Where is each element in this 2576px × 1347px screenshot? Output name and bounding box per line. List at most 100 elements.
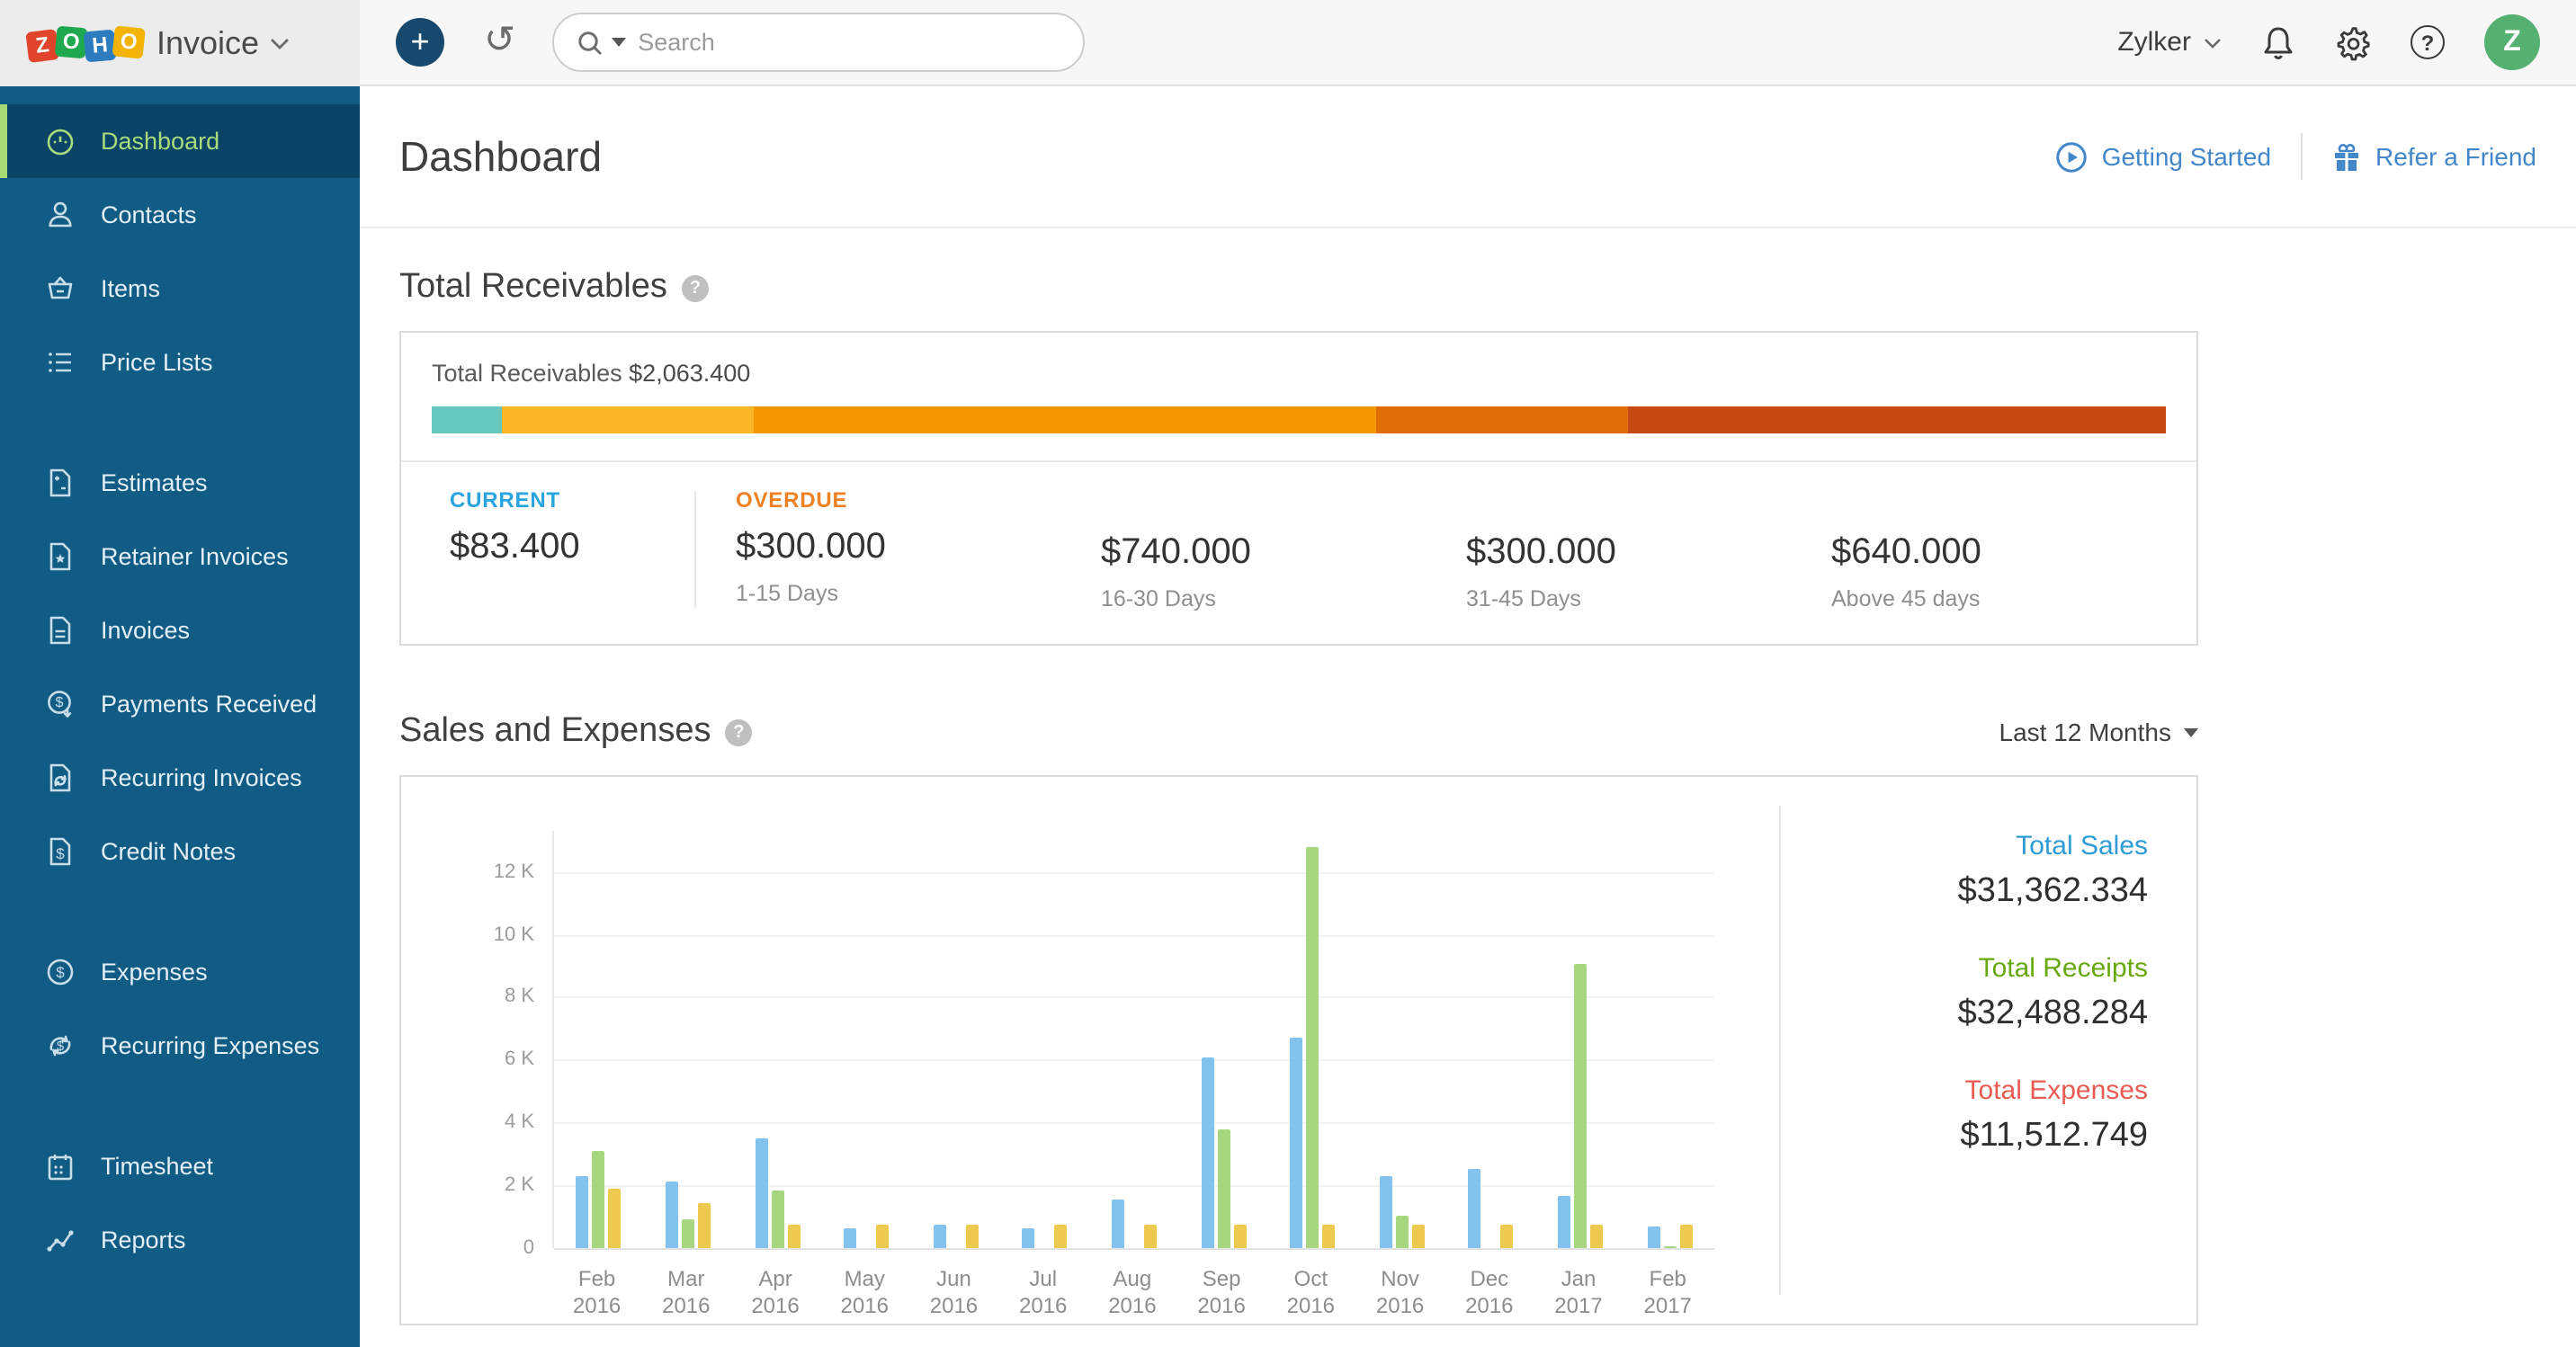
bar-group-jul-2016[interactable] (1023, 831, 1068, 1248)
bar-group-sep-2016[interactable] (1201, 831, 1246, 1248)
sidebar-group: EstimatesRetainer InvoicesInvoices$Payme… (0, 446, 360, 888)
sidebar-item-reports[interactable]: Reports (0, 1203, 360, 1277)
expenses-bar[interactable] (1590, 1225, 1603, 1249)
overdue-columns: OVERDUE$300.0001-15 Days$740.00016-30 Da… (696, 487, 2196, 611)
sidebar-item-timesheet[interactable]: Timesheet (0, 1129, 360, 1203)
sales-bar[interactable] (1023, 1228, 1035, 1248)
expenses-bar[interactable] (698, 1203, 711, 1248)
help-button[interactable]: ? (2411, 25, 2445, 59)
org-switcher[interactable]: Zylker (2117, 27, 2222, 58)
timesheet-icon (45, 1151, 76, 1182)
expenses-bar[interactable] (965, 1225, 978, 1249)
sales-bar[interactable] (1290, 1038, 1302, 1248)
settings-button[interactable] (2335, 24, 2371, 60)
bar-group-feb-2017[interactable] (1647, 831, 1692, 1248)
sidebar-item-expenses[interactable]: $Expenses (0, 935, 360, 1009)
sidebar-item-price-lists[interactable]: Price Lists (0, 326, 360, 399)
logo-area[interactable]: ZOHO Invoice (0, 0, 360, 86)
current-column[interactable]: CURRENT $83.400 (401, 487, 694, 611)
bar-chart-plot[interactable] (552, 831, 1714, 1248)
getting-started-link[interactable]: Getting Started (2057, 141, 2271, 172)
bar-group-nov-2016[interactable] (1380, 831, 1425, 1248)
receipts-bar[interactable] (1396, 1215, 1409, 1248)
bar-group-jan-2017[interactable] (1558, 831, 1603, 1248)
sales-bar[interactable] (1201, 1058, 1213, 1248)
quick-create-button[interactable]: + (396, 18, 444, 67)
sales-bar[interactable] (755, 1137, 767, 1248)
sidebar-item-contacts[interactable]: Contacts (0, 178, 360, 252)
bar-group-feb-2016[interactable] (577, 831, 622, 1248)
sales-bar[interactable] (1112, 1200, 1124, 1248)
search-input[interactable] (634, 27, 1059, 58)
sidebar-item-payments-received[interactable]: $Payments Received (0, 667, 360, 741)
notifications-button[interactable] (2261, 24, 2295, 60)
aging-range-label: 1-15 Days (736, 581, 1101, 606)
expenses-bar[interactable] (609, 1190, 622, 1248)
aging-segment-overdue-31-45[interactable] (1376, 406, 1628, 433)
receipts-bar[interactable] (1217, 1128, 1230, 1248)
expenses-bar[interactable] (876, 1225, 889, 1249)
sidebar-item-dashboard[interactable]: Dashboard (0, 104, 360, 178)
aging-column-16-30-days[interactable]: $740.00016-30 Days (1101, 487, 1466, 611)
sales-bar[interactable] (577, 1176, 589, 1248)
receipts-bar[interactable] (771, 1191, 783, 1248)
bar-group-apr-2016[interactable] (755, 831, 800, 1248)
sidebar-item-recurring-expenses[interactable]: $Recurring Expenses (0, 1009, 360, 1083)
bar-group-mar-2016[interactable] (666, 831, 711, 1248)
receipts-bar[interactable] (1574, 964, 1587, 1248)
receivables-summary-value: $2,063.400 (629, 360, 750, 387)
bar-group-dec-2016[interactable] (1469, 831, 1514, 1248)
sales-bar[interactable] (1647, 1227, 1659, 1248)
bar-group-aug-2016[interactable] (1112, 831, 1157, 1248)
sidebar-item-retainer-invoices[interactable]: Retainer Invoices (0, 520, 360, 593)
help-icon[interactable]: ? (682, 274, 709, 301)
sales-bar[interactable] (1558, 1195, 1570, 1248)
receipts-bar[interactable] (1663, 1245, 1676, 1248)
search-box[interactable] (551, 13, 1084, 72)
aging-segment-overdue-1-15[interactable] (502, 406, 754, 433)
sidebar-item-items[interactable]: Items (0, 252, 360, 326)
sales-bar[interactable] (844, 1228, 856, 1248)
sidebar-item-credit-notes[interactable]: $Credit Notes (0, 815, 360, 888)
help-icon[interactable]: ? (725, 718, 752, 745)
aging-column-1-15-days[interactable]: OVERDUE$300.0001-15 Days (736, 487, 1101, 611)
expenses-bar[interactable] (1055, 1225, 1068, 1249)
expenses-bar[interactable] (1679, 1225, 1692, 1249)
expenses-bar[interactable] (787, 1225, 800, 1249)
receipts-bar[interactable] (593, 1151, 605, 1248)
sales-bar[interactable] (666, 1182, 678, 1248)
sidebar-item-estimates[interactable]: Estimates (0, 446, 360, 520)
aging-segment-overdue-16-30[interactable] (754, 406, 1375, 433)
search-scope-caret-icon[interactable] (611, 38, 625, 47)
bar-group-oct-2016[interactable] (1290, 831, 1335, 1248)
sales-bar[interactable] (933, 1225, 945, 1249)
expenses-bar[interactable] (1144, 1225, 1157, 1249)
avatar[interactable]: Z (2484, 14, 2540, 70)
reports-icon (45, 1225, 76, 1255)
refer-friend-link[interactable]: Refer a Friend (2330, 141, 2536, 172)
aging-column-above-45-days[interactable]: $640.000Above 45 days (1831, 487, 2196, 611)
date-range-dropdown[interactable]: Last 12 Months (1999, 718, 2198, 746)
sidebar-item-label: Items (101, 275, 160, 302)
aging-column-31-45-days[interactable]: $300.00031-45 Days (1466, 487, 1831, 611)
expenses-bar[interactable] (1501, 1225, 1514, 1249)
expenses-bar[interactable] (1233, 1225, 1246, 1249)
sidebar-item-label: Timesheet (101, 1153, 213, 1180)
bar-group-may-2016[interactable] (844, 831, 889, 1248)
aging-value: $640.000 (1831, 532, 2196, 574)
aging-segment-current[interactable] (432, 406, 502, 433)
sales-bar[interactable] (1469, 1169, 1481, 1248)
receipts-bar[interactable] (682, 1220, 694, 1248)
history-icon[interactable]: ↺ (484, 22, 515, 59)
sidebar-item-invoices[interactable]: Invoices (0, 593, 360, 667)
receivables-aging-bar[interactable] (432, 406, 2166, 433)
sidebar-item-recurring-invoices[interactable]: Recurring Invoices (0, 741, 360, 815)
expenses-bar[interactable] (1322, 1225, 1335, 1249)
bar-group-jun-2016[interactable] (933, 831, 978, 1248)
y-tick-label: 2 K (455, 1174, 534, 1196)
chevron-down-icon[interactable] (270, 37, 290, 49)
aging-segment-overdue-above-45[interactable] (1628, 406, 2166, 433)
sales-bar[interactable] (1380, 1176, 1392, 1248)
receipts-bar[interactable] (1306, 847, 1319, 1248)
expenses-bar[interactable] (1412, 1225, 1425, 1249)
